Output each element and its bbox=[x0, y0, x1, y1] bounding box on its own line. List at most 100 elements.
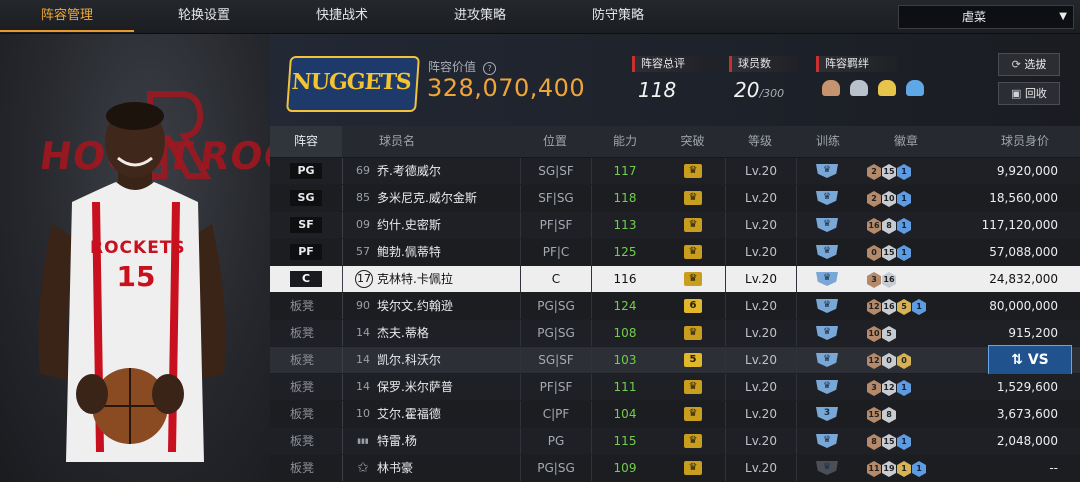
crown-breakthrough-icon[interactable]: ♛ bbox=[684, 191, 702, 205]
col-training[interactable]: 训练 bbox=[795, 126, 861, 157]
table-row[interactable]: SG 85 多米尼克.威尔金斯 SF|SG 118 ♛ Lv.20 ♛ 2 10 1 18,560,0… bbox=[270, 185, 1080, 212]
row-divider bbox=[342, 266, 343, 292]
crown-breakthrough-icon[interactable]: ♛ bbox=[684, 272, 702, 286]
col-position[interactable]: 位置 bbox=[520, 126, 590, 157]
player-value: -- bbox=[1049, 461, 1058, 475]
tab-lineup-management[interactable]: 阵容管理 bbox=[0, 0, 134, 32]
table-row[interactable]: SF 09 约什.史密斯 PF|SF 113 ♛ Lv.20 ♛ 16 8 1 117,120,000 bbox=[270, 212, 1080, 239]
crown-breakthrough-icon[interactable]: ♛ bbox=[684, 461, 702, 475]
badge-set[interactable]: 12 16 5 1 bbox=[867, 298, 927, 315]
training-crest-icon[interactable]: ♛ bbox=[816, 353, 838, 367]
table-row[interactable]: PG 69 乔.考德威尔 SG|SF 117 ♛ Lv.20 ♛ 2 15 1 9,920,000 bbox=[270, 158, 1080, 185]
breakthrough-level-badge[interactable]: 5 bbox=[684, 353, 702, 367]
crown-breakthrough-icon[interactable]: ♛ bbox=[684, 380, 702, 394]
table-row[interactable]: 板凳 14 凯尔.科沃尔 SG|SF 103 5 Lv.20 ♛ 12 0 0 ⇅ VS bbox=[270, 345, 1080, 375]
compare-button[interactable]: ⇅ VS bbox=[988, 345, 1072, 375]
crown-breakthrough-icon[interactable]: ♛ bbox=[684, 434, 702, 448]
recycle-button[interactable]: ▣ 回收 bbox=[998, 82, 1060, 105]
jersey-number: 14 bbox=[356, 326, 370, 339]
crown-breakthrough-icon[interactable]: ♛ bbox=[684, 164, 702, 178]
training-crest-icon[interactable]: ♛ bbox=[816, 245, 838, 259]
crown-breakthrough-icon[interactable]: ♛ bbox=[684, 407, 702, 421]
tab-offense-strategy[interactable]: 进攻策略 bbox=[410, 0, 550, 32]
training-crest-icon[interactable]: ♛ bbox=[816, 434, 838, 448]
player-name[interactable]: 埃尔文.约翰逊 bbox=[377, 293, 453, 319]
table-row[interactable]: 板凳 14 保罗.米尔萨普 PF|SF 111 ♛ Lv.20 ♛ 3 12 1 1,529,600 bbox=[270, 374, 1080, 401]
col-player-name[interactable]: 球员名 bbox=[342, 126, 452, 157]
player-name[interactable]: 克林特.卡佩拉 bbox=[377, 266, 453, 292]
player-name[interactable]: 林书豪 bbox=[377, 455, 413, 481]
training-crest-icon[interactable]: ♛ bbox=[816, 191, 838, 205]
player-count-value: 20 bbox=[734, 78, 760, 102]
jersey-number: 14 bbox=[356, 353, 370, 366]
difficulty-dropdown[interactable]: 虐菜 ▼ bbox=[898, 5, 1074, 29]
refresh-icon: ⟳ bbox=[1011, 58, 1025, 71]
table-row[interactable]: 板凳 10 艾尔.霍福德 C|PF 104 ♛ Lv.20 3 15 8 3,673,600 bbox=[270, 401, 1080, 428]
player-name[interactable]: 凯尔.科沃尔 bbox=[377, 347, 441, 373]
player-name[interactable]: 多米尼克.威尔金斯 bbox=[377, 185, 477, 211]
player-name[interactable]: 鲍勃.佩蒂特 bbox=[377, 239, 441, 265]
breakthrough-level-badge[interactable]: 6 bbox=[684, 299, 702, 313]
chemistry-gold-icon[interactable] bbox=[878, 80, 897, 96]
bronze-badge-icon: 0 bbox=[867, 245, 881, 261]
table-row[interactable]: 板凳 14 杰夫.蒂格 PG|SG 108 ♛ Lv.20 ♛ 10 5 915,200 bbox=[270, 320, 1080, 347]
training-crest-icon[interactable]: ♛ bbox=[816, 299, 838, 313]
crown-breakthrough-icon[interactable]: ♛ bbox=[684, 218, 702, 232]
hof-badge-icon: 1 bbox=[897, 380, 911, 396]
training-crest-icon[interactable]: ♛ bbox=[816, 326, 838, 340]
training-crest-icon[interactable]: ♛ bbox=[816, 218, 838, 232]
badge-set[interactable]: 16 8 1 bbox=[867, 217, 912, 234]
player-name[interactable]: 艾尔.霍福德 bbox=[377, 401, 441, 427]
training-crest-icon[interactable]: ♛ bbox=[816, 380, 838, 394]
player-value: 18,560,000 bbox=[989, 191, 1058, 205]
badge-set[interactable]: 2 10 1 bbox=[867, 190, 912, 207]
player-overall: 111 bbox=[613, 380, 637, 394]
col-breakthrough[interactable]: 突破 bbox=[660, 126, 725, 157]
badge-set[interactable]: 10 5 bbox=[867, 325, 897, 342]
col-overall[interactable]: 能力 bbox=[590, 126, 660, 157]
player-name[interactable]: 约什.史密斯 bbox=[377, 212, 441, 238]
player-level: Lv.20 bbox=[725, 239, 797, 265]
badge-set[interactable]: 3 12 1 bbox=[867, 379, 912, 396]
table-row[interactable]: 板凳 ✩ 林书豪 PG|SG 109 ♛ Lv.20 ♛ 11 19 1 1 -- bbox=[270, 455, 1080, 482]
tab-rotation-settings[interactable]: 轮换设置 bbox=[134, 0, 274, 32]
hof-badge-icon: 1 bbox=[897, 164, 911, 180]
player-name[interactable]: 乔.考德威尔 bbox=[377, 158, 441, 184]
row-divider bbox=[342, 401, 343, 427]
col-badges[interactable]: 徽章 bbox=[861, 126, 951, 157]
tab-quick-tactics[interactable]: 快捷战术 bbox=[274, 0, 410, 32]
chemistry-blue-icon[interactable] bbox=[906, 80, 925, 96]
crown-breakthrough-icon[interactable]: ♛ bbox=[684, 326, 702, 340]
badge-set[interactable]: 15 8 bbox=[867, 406, 897, 423]
badge-set[interactable]: 0 15 1 bbox=[867, 244, 912, 261]
chemistry-silver-icon[interactable] bbox=[850, 80, 869, 96]
badge-set[interactable]: 11 19 1 1 bbox=[867, 460, 927, 477]
slot-position-tag: C bbox=[290, 271, 322, 287]
table-row[interactable]: 板凳 90 埃尔文.约翰逊 PG|SG 124 6 Lv.20 ♛ 12 16 5 1 80,000,0… bbox=[270, 293, 1080, 320]
badge-set[interactable]: 12 0 0 bbox=[867, 352, 912, 369]
table-row[interactable]: PF 57 鲍勃.佩蒂特 PF|C 125 ♛ Lv.20 ♛ 0 15 1 57,088,000 bbox=[270, 239, 1080, 266]
training-level-badge[interactable]: 3 bbox=[816, 407, 838, 421]
tab-defense-strategy[interactable]: 防守策略 bbox=[550, 0, 686, 32]
chemistry-bronze-icon[interactable] bbox=[822, 80, 840, 96]
training-crest-icon[interactable]: ♛ bbox=[816, 164, 838, 178]
badge-set[interactable]: 3 16 bbox=[867, 271, 897, 288]
training-crest-icon[interactable]: ♛ bbox=[816, 272, 838, 286]
player-figure bbox=[38, 91, 226, 462]
player-name[interactable]: 保罗.米尔萨普 bbox=[377, 374, 453, 400]
silver-badge-icon: 8 bbox=[882, 407, 896, 423]
crown-breakthrough-icon[interactable]: ♛ bbox=[684, 245, 702, 259]
table-row[interactable]: C 17 克林特.卡佩拉 C 116 ♛ Lv.20 ♛ 3 16 24,832,000 bbox=[270, 266, 1080, 293]
training-crest-icon[interactable]: ♛ bbox=[816, 461, 838, 475]
col-level[interactable]: 等级 bbox=[725, 126, 795, 157]
badge-set[interactable]: 2 15 1 bbox=[867, 163, 912, 180]
scout-button[interactable]: ⟳ 选拔 bbox=[998, 53, 1060, 76]
bronze-badge-icon: 16 bbox=[867, 218, 881, 234]
table-row[interactable]: 板凳 ▮▮▮ 特雷.杨 PG 115 ♛ Lv.20 ♛ 8 15 1 2,048,000 bbox=[270, 428, 1080, 455]
badge-set[interactable]: 8 15 1 bbox=[867, 433, 912, 450]
col-slot[interactable]: 阵容 bbox=[270, 126, 342, 157]
player-name[interactable]: 特雷.杨 bbox=[377, 428, 417, 454]
col-player-value[interactable]: 球员身价 bbox=[970, 126, 1080, 157]
player-name[interactable]: 杰夫.蒂格 bbox=[377, 320, 429, 346]
jersey-number: 17 bbox=[355, 270, 373, 288]
